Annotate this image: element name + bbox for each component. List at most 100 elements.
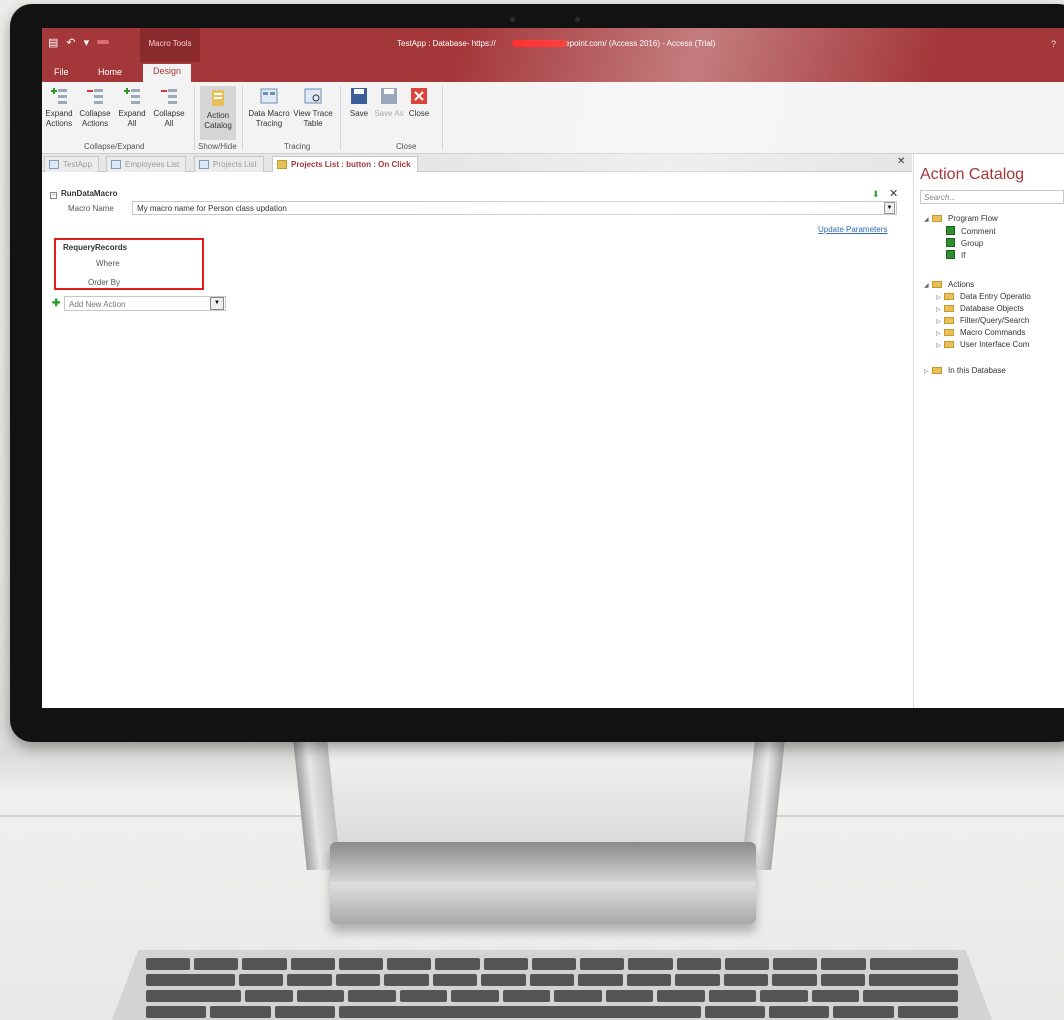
data-macro-tracing-icon (260, 88, 278, 104)
update-parameters-link[interactable]: Update Parameters (818, 225, 887, 234)
action-icon (946, 238, 955, 247)
tree-filter-query-search[interactable]: ▷ Filter/Query/Search (936, 316, 1029, 325)
help-button[interactable]: ? (1051, 39, 1056, 49)
collapsed-icon: ▷ (936, 295, 941, 301)
keyboard (112, 950, 992, 1020)
action-catalog-pane: Action Catalog Search... ◢ Program Flow C… (913, 154, 1064, 708)
redaction-mark (512, 40, 567, 47)
folder-icon (944, 329, 954, 336)
view-trace-table-button[interactable]: View Trace Table (292, 86, 334, 129)
tab-design[interactable]: Design (143, 64, 192, 82)
action-icon (946, 250, 955, 259)
group-separator (242, 86, 243, 150)
save-as-icon (381, 88, 397, 104)
run-data-macro-header[interactable]: − RunDataMacro (50, 189, 117, 199)
collapsed-icon: ▷ (924, 369, 929, 375)
tree-comment[interactable]: Comment (946, 226, 996, 236)
tree-database-objects[interactable]: ▷ Database Objects (936, 304, 1024, 313)
expand-actions-button[interactable]: Expand Actions (44, 86, 74, 129)
group-separator (340, 86, 341, 150)
undo-icon[interactable]: ↶ (66, 36, 75, 49)
tab-testapp[interactable]: TestApp (44, 156, 99, 172)
ribbon: Expand Actions Collapse Actions Expand A… (42, 82, 1064, 154)
where-label: Where (96, 259, 120, 268)
move-down-icon[interactable]: ⬇ (872, 189, 880, 200)
group-separator (194, 86, 195, 150)
collapsed-icon: ▷ (936, 319, 941, 325)
tree-if[interactable]: If (946, 250, 965, 260)
expanded-icon: ◢ (924, 217, 929, 223)
collapsed-icon: ▷ (936, 331, 941, 337)
stand-base (330, 842, 756, 924)
tree-user-interface[interactable]: ▷ User Interface Com (936, 340, 1029, 349)
macro-name-field[interactable]: My macro name for Person class updation (132, 201, 897, 215)
collapse-actions-button[interactable]: Collapse Actions (78, 86, 112, 129)
chevron-down-icon[interactable]: ▼ (884, 202, 895, 214)
folder-icon (932, 281, 942, 288)
tab-home[interactable]: Home (88, 65, 132, 79)
expand-all-icon (124, 88, 140, 104)
quick-access-toolbar: ▤ ↶ ▾ (48, 36, 110, 49)
save-as-button[interactable]: Save As (374, 86, 404, 119)
chevron-down-icon[interactable]: ▼ (210, 297, 224, 310)
ribbon-tabs: File Home Design (42, 62, 1064, 82)
dropdown-icon[interactable]: ▾ (84, 36, 90, 49)
collapsed-icon: ▷ (936, 307, 941, 313)
tree-macro-commands[interactable]: ▷ Macro Commands (936, 328, 1025, 337)
expand-actions-icon (51, 88, 67, 104)
expanded-icon: ◢ (924, 283, 929, 289)
action-catalog-icon (212, 90, 224, 106)
collapse-actions-icon (87, 89, 103, 104)
folder-icon (944, 341, 954, 348)
screen: ▤ ↶ ▾ Macro Tools TestApp : Database- ht… (42, 28, 1064, 708)
folder-icon (944, 305, 954, 312)
qat-extra (97, 40, 110, 44)
form-icon (111, 160, 121, 169)
add-icon: ✚ (52, 298, 61, 309)
action-catalog-title: Action Catalog (920, 166, 1025, 183)
tree-in-this-database[interactable]: ▷ In this Database (924, 366, 1006, 375)
tab-file[interactable]: File (44, 65, 79, 79)
form-icon (49, 160, 59, 169)
group-label-tracing: Tracing (284, 142, 311, 151)
folder-icon (944, 293, 954, 300)
save-icon (351, 88, 367, 104)
tab-projects-list[interactable]: Projects List (194, 156, 264, 172)
close-icon (411, 88, 427, 104)
requery-records-action[interactable]: RequeryRecords (63, 243, 127, 252)
macro-designer: − RunDataMacro ⬇ ✕ Macro Name My macro na… (42, 173, 912, 708)
folder-icon (944, 317, 954, 324)
camera-icon (510, 17, 515, 22)
collapsed-icon: ▷ (936, 343, 941, 349)
action-icon (946, 226, 955, 235)
group-label-close: Close (396, 142, 417, 151)
close-document-icon[interactable]: ✕ (897, 156, 905, 167)
collapse-all-button[interactable]: Collapse All (152, 86, 186, 129)
form-icon (199, 160, 209, 169)
close-button[interactable]: Close (404, 86, 434, 119)
catalog-search-input[interactable]: Search... (920, 190, 1064, 204)
tree-data-entry[interactable]: ▷ Data Entry Operatio (936, 292, 1031, 301)
data-macro-tracing-button[interactable]: Data Macro Tracing (248, 86, 290, 129)
collapse-all-icon (161, 89, 177, 104)
view-trace-table-icon (304, 88, 322, 104)
context-tab-macro-tools: Macro Tools (140, 28, 200, 62)
stand-hinge (318, 740, 764, 850)
action-catalog-button[interactable]: Action Catalog (200, 86, 236, 140)
macro-icon (277, 160, 287, 169)
expand-all-button[interactable]: Expand All (116, 86, 148, 129)
delete-action-icon[interactable]: ✕ (889, 187, 898, 200)
tree-actions[interactable]: ◢ Actions (924, 280, 974, 289)
folder-icon (932, 367, 942, 374)
save-button[interactable]: Save (344, 86, 374, 119)
add-new-action-select[interactable]: Add New Action (64, 296, 226, 311)
tree-group[interactable]: Group (946, 238, 983, 248)
macro-name-label: Macro Name (68, 204, 114, 213)
tab-projects-list-on-click[interactable]: Projects List : button : On Click (272, 156, 418, 172)
group-label-show-hide: Show/Hide (198, 142, 237, 151)
sensor-icon (575, 17, 580, 22)
collapse-icon[interactable]: − (50, 192, 57, 199)
tab-employees-list[interactable]: Employees List (106, 156, 187, 172)
save-icon[interactable]: ▤ (48, 36, 58, 49)
tree-program-flow[interactable]: ◢ Program Flow (924, 214, 998, 223)
